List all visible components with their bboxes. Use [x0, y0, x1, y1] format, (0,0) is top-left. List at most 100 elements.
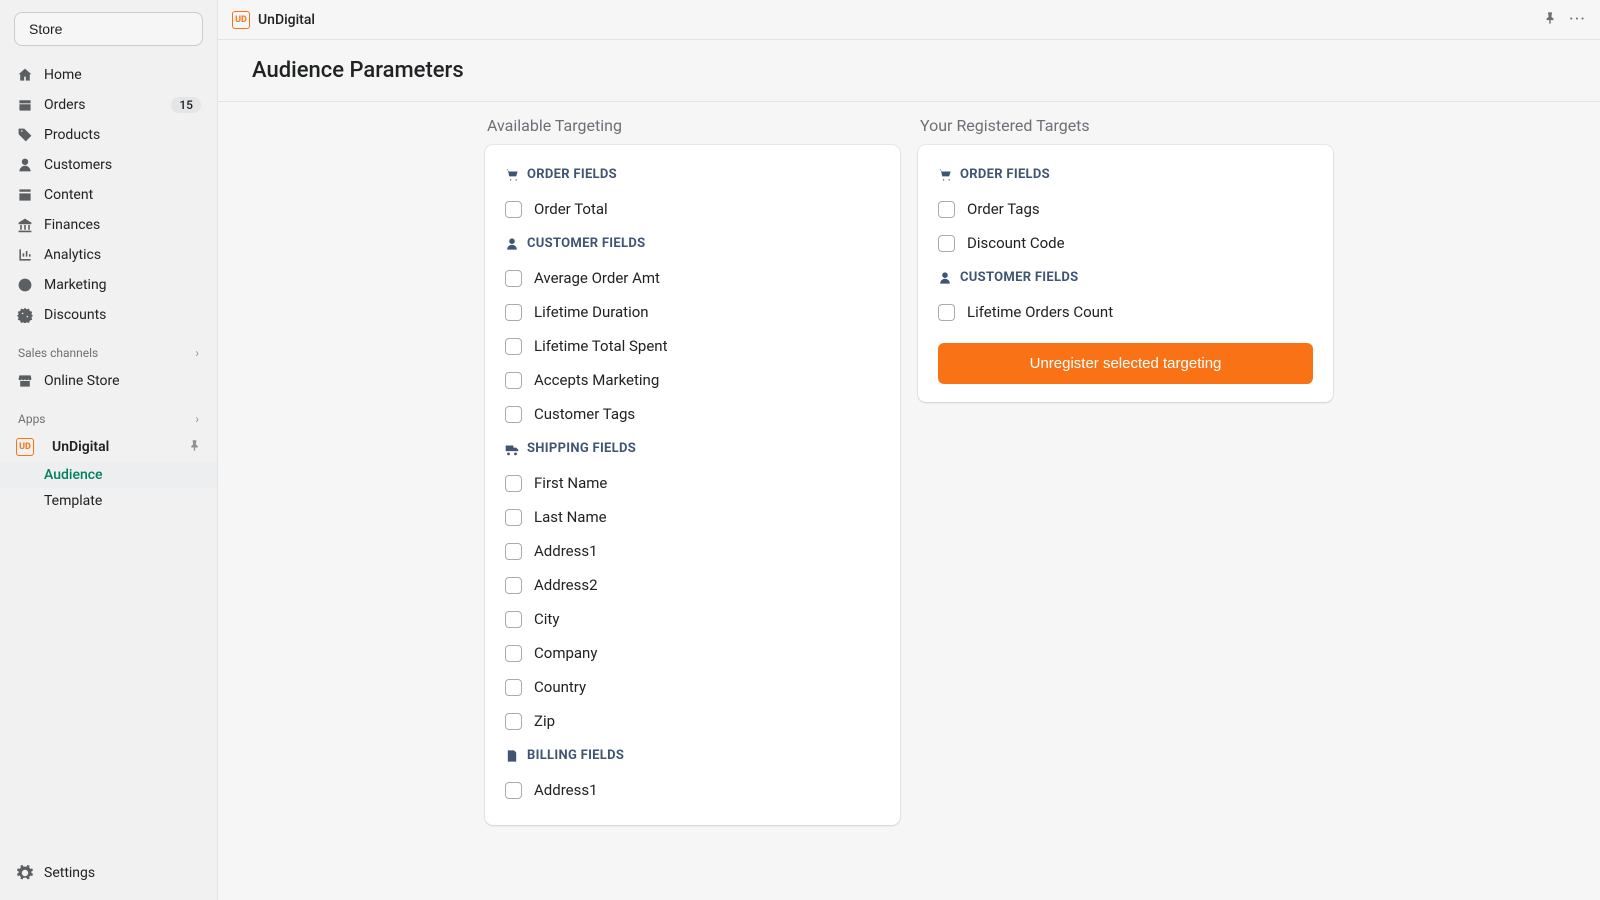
checkbox[interactable] [505, 713, 522, 730]
store-button[interactable]: Store [14, 12, 203, 46]
field-customer-tags[interactable]: Customer Tags [505, 397, 880, 431]
checkbox[interactable] [505, 406, 522, 423]
orders-icon [16, 96, 34, 114]
checkbox[interactable] [505, 577, 522, 594]
field-avg-order-amt[interactable]: Average Order Amt [505, 261, 880, 295]
nav-discounts[interactable]: Discounts [0, 300, 217, 330]
checkbox[interactable] [938, 304, 955, 321]
page-header: Audience Parameters [218, 40, 1600, 102]
field-label: Lifetime Total Spent [534, 337, 668, 355]
section-label: Apps [18, 412, 46, 426]
field-lifetime-total-spent[interactable]: Lifetime Total Spent [505, 329, 880, 363]
field-ship-first-name[interactable]: First Name [505, 466, 880, 500]
field-ship-address1[interactable]: Address1 [505, 534, 880, 568]
field-ship-country[interactable]: Country [505, 670, 880, 704]
sidebar-app-undigital[interactable]: UD UnDigital [0, 432, 217, 462]
nav-label: Home [44, 67, 82, 83]
truck-icon [505, 442, 519, 456]
nav-primary: Home Orders 15 Products Customers Conten… [0, 60, 217, 330]
group-order-fields: ORDER FIELDS [505, 163, 880, 192]
checkbox[interactable] [505, 645, 522, 662]
checkbox[interactable] [505, 509, 522, 526]
checkbox[interactable] [505, 611, 522, 628]
group-customer-fields: CUSTOMER FIELDS [938, 260, 1313, 295]
field-accepts-marketing[interactable]: Accepts Marketing [505, 363, 880, 397]
store-icon [16, 372, 34, 390]
field-label: First Name [534, 474, 607, 492]
field-discount-code[interactable]: Discount Code [938, 226, 1313, 260]
group-shipping-fields: SHIPPING FIELDS [505, 431, 880, 466]
unregister-button[interactable]: Unregister selected targeting [938, 343, 1313, 384]
sales-channels-header[interactable]: Sales channels › [0, 330, 217, 366]
nav-label: Analytics [44, 247, 101, 263]
section-label: Sales channels [18, 346, 98, 360]
registered-column: Your Registered Targets ORDER FIELDS Ord… [918, 116, 1333, 860]
nav-marketing[interactable]: Marketing [0, 270, 217, 300]
checkbox[interactable] [505, 201, 522, 218]
field-label: Lifetime Orders Count [967, 303, 1113, 321]
nav-online-store[interactable]: Online Store [0, 366, 217, 396]
checkbox[interactable] [505, 338, 522, 355]
field-label: Country [534, 678, 586, 696]
checkbox[interactable] [938, 235, 955, 252]
available-card: ORDER FIELDS Order Total CUSTOMER FIELDS… [485, 145, 900, 825]
checkbox[interactable] [505, 270, 522, 287]
field-label: City [534, 610, 559, 628]
field-bill-address1[interactable]: Address1 [505, 773, 880, 807]
subnav-template[interactable]: Template [0, 488, 217, 514]
pin-icon[interactable] [188, 439, 201, 456]
field-ship-zip[interactable]: Zip [505, 704, 880, 738]
nav-content[interactable]: Content [0, 180, 217, 210]
nav-label: Customers [44, 157, 112, 173]
field-label: Last Name [534, 508, 607, 526]
field-lifetime-orders-count[interactable]: Lifetime Orders Count [938, 295, 1313, 329]
field-ship-company[interactable]: Company [505, 636, 880, 670]
field-ship-address2[interactable]: Address2 [505, 568, 880, 602]
undigital-logo-icon: UD [16, 438, 34, 456]
nav-products[interactable]: Products [0, 120, 217, 150]
apps-header[interactable]: Apps › [0, 396, 217, 432]
field-ship-last-name[interactable]: Last Name [505, 500, 880, 534]
tag-icon [16, 126, 34, 144]
checkbox[interactable] [505, 475, 522, 492]
field-label: Zip [534, 712, 555, 730]
group-billing-fields: BILLING FIELDS [505, 738, 880, 773]
checkbox[interactable] [505, 543, 522, 560]
nav-finances[interactable]: Finances [0, 210, 217, 240]
chart-icon [16, 246, 34, 264]
nav-customers[interactable]: Customers [0, 150, 217, 180]
invoice-icon [505, 749, 519, 763]
subnav-audience[interactable]: Audience [0, 462, 217, 488]
field-lifetime-duration[interactable]: Lifetime Duration [505, 295, 880, 329]
field-order-total[interactable]: Order Total [505, 192, 880, 226]
cart-icon [505, 168, 519, 182]
field-label: Order Total [534, 200, 608, 218]
nav-settings[interactable]: Settings [0, 858, 217, 888]
group-label: ORDER FIELDS [527, 167, 617, 182]
group-label: SHIPPING FIELDS [527, 441, 636, 456]
nav-label: Finances [44, 217, 100, 233]
available-title: Available Targeting [485, 116, 900, 145]
nav-orders[interactable]: Orders 15 [0, 90, 217, 120]
nav-label: Orders [44, 97, 86, 113]
checkbox[interactable] [505, 782, 522, 799]
pin-icon[interactable] [1543, 10, 1557, 29]
checkbox[interactable] [938, 201, 955, 218]
discount-icon [16, 306, 34, 324]
app-label: UnDigital [52, 439, 109, 455]
registered-card: ORDER FIELDS Order Tags Discount Code CU… [918, 145, 1333, 402]
group-label: ORDER FIELDS [960, 167, 1050, 182]
group-label: CUSTOMER FIELDS [527, 236, 645, 251]
checkbox[interactable] [505, 304, 522, 321]
checkbox[interactable] [505, 372, 522, 389]
topbar: UD UnDigital ··· [218, 0, 1600, 40]
nav-home[interactable]: Home [0, 60, 217, 90]
nav-label: Products [44, 127, 100, 143]
field-label: Customer Tags [534, 405, 635, 423]
nav-label: Discounts [44, 307, 106, 323]
field-order-tags[interactable]: Order Tags [938, 192, 1313, 226]
more-icon[interactable]: ··· [1569, 9, 1586, 30]
field-ship-city[interactable]: City [505, 602, 880, 636]
nav-analytics[interactable]: Analytics [0, 240, 217, 270]
checkbox[interactable] [505, 679, 522, 696]
